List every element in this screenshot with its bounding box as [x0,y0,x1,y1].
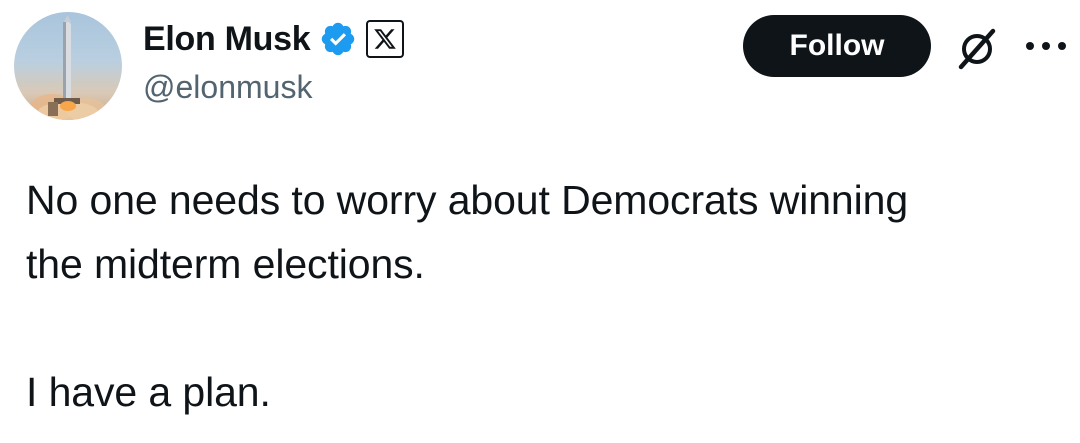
avatar[interactable] [14,12,122,120]
grok-icon[interactable] [952,24,1002,74]
author-handle[interactable]: @elonmusk [143,68,312,106]
rocket-launch-avatar-image [30,15,106,120]
follow-button[interactable]: Follow [743,15,931,77]
tweet-text-line: the midterm elections. [26,241,425,287]
tweet-text: No one needs to worry about Democrats wi… [26,168,1066,424]
tweet-text-line: I have a plan. [26,369,271,415]
x-logo-icon[interactable] [366,20,405,58]
tweet-text-line: No one needs to worry about Democrats wi… [26,177,909,223]
more-dots-icon[interactable] [1018,24,1074,68]
author-name-row: Elon Musk [143,14,405,64]
tweet-card: Elon Musk @elonmusk Follow No one needs [0,0,1080,443]
verified-badge-icon[interactable] [319,20,357,58]
author-display-name[interactable]: Elon Musk [143,22,311,56]
